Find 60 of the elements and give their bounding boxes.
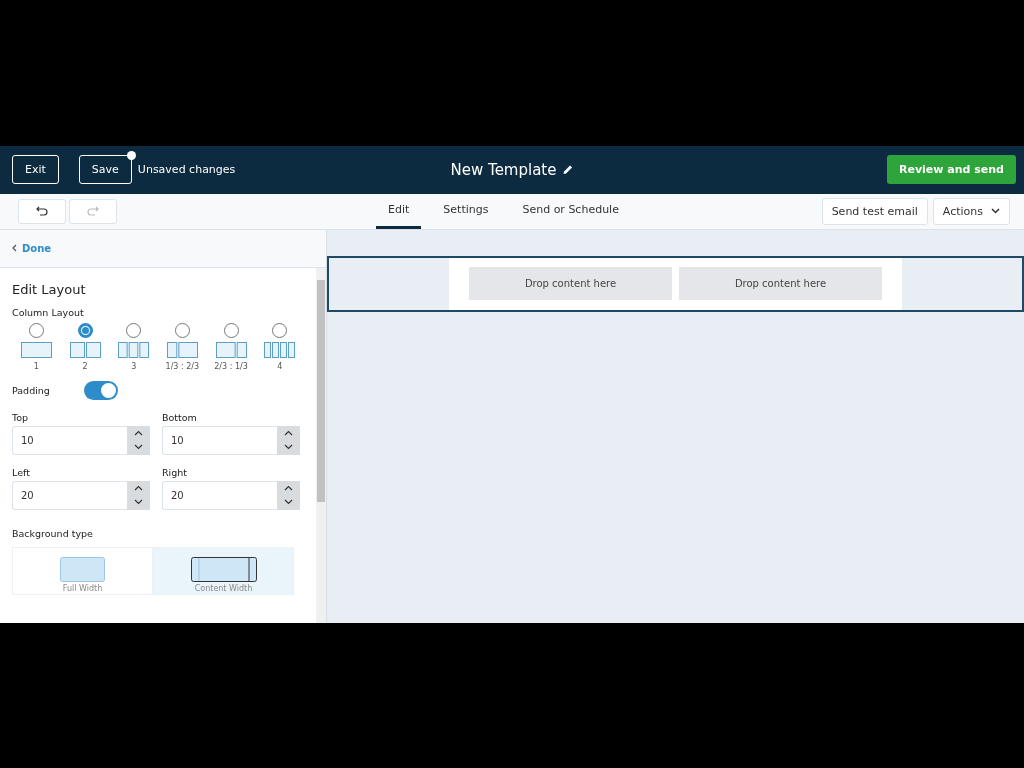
number-field[interactable]: 20: [12, 480, 127, 510]
layout-radio[interactable]: [28, 322, 44, 338]
undo-icon: [36, 206, 48, 216]
layout-radio[interactable]: [174, 322, 190, 338]
template-title: New Template: [450, 160, 557, 179]
layout-radio[interactable]: [126, 322, 142, 338]
layout-label: 2: [82, 361, 88, 371]
layout-thumbnail-icon: [166, 341, 198, 358]
field-label: Top: [12, 411, 30, 423]
panel-title: Edit Layout: [12, 281, 87, 297]
chevron-up-icon: [134, 429, 143, 436]
chevron-down-icon: [284, 444, 293, 451]
field-label: Left: [12, 466, 31, 478]
layout-label: 1: [33, 361, 39, 371]
padding-label: Padding: [12, 384, 50, 396]
background-option[interactable]: Full Width: [12, 546, 153, 595]
chevron-up-icon: [134, 484, 143, 491]
field-label: Right: [162, 466, 189, 478]
layout-section[interactable]: Drop content here Drop content here: [327, 255, 1024, 312]
chevron-down-icon: [284, 499, 293, 506]
content-width-icon: [190, 556, 257, 582]
background-type-label: Background type: [12, 527, 94, 539]
layout-thumbnail-icon: [118, 341, 150, 358]
field-label: Bottom: [162, 411, 198, 423]
drop-zone[interactable]: Drop content here: [469, 267, 672, 300]
chevron-up-icon: [284, 484, 293, 491]
pencil-icon[interactable]: [562, 164, 574, 175]
layout-thumbnail-icon: [69, 341, 101, 358]
chevron-up-icon: [284, 429, 293, 436]
layout-radio[interactable]: [223, 322, 239, 338]
full-width-icon: [60, 556, 105, 582]
layout-label: 2/3 : 1/3: [214, 361, 248, 371]
layout-label: 1/3 : 2/3: [165, 361, 200, 371]
layout-thumbnail-icon: [215, 341, 247, 358]
number-field[interactable]: 10: [12, 425, 127, 455]
number-field[interactable]: 20: [162, 480, 277, 510]
chevron-down-icon: [134, 444, 143, 451]
chevron-down-icon: [134, 499, 143, 506]
chevron-left-icon: [12, 244, 17, 252]
save-status: Unsaved changes: [137, 163, 236, 176]
tab[interactable]: Send or Schedule: [510, 193, 631, 229]
number-field[interactable]: 10: [162, 425, 277, 455]
send-test-email-button[interactable]: Send test email: [821, 197, 928, 225]
scrollbar[interactable]: [316, 267, 326, 623]
layout-label: 4: [277, 361, 283, 371]
tab[interactable]: Settings: [431, 193, 501, 229]
exit-button[interactable]: Exit: [12, 155, 59, 184]
chevron-down-icon: [991, 208, 1000, 214]
layout-label: 3: [131, 361, 137, 371]
tab[interactable]: Edit: [376, 193, 422, 229]
layout-thumbnail-icon: [20, 341, 52, 358]
column-layout-label: Column Layout: [12, 306, 85, 318]
undo-button[interactable]: [18, 198, 66, 224]
actions-button[interactable]: Actions: [932, 197, 1010, 225]
layout-radio[interactable]: [272, 322, 288, 338]
layout-radio[interactable]: [77, 322, 93, 338]
redo-icon: [87, 206, 99, 216]
layout-thumbnail-icon: [264, 341, 296, 358]
padding-toggle[interactable]: [83, 380, 118, 400]
drop-zone[interactable]: Drop content here: [679, 267, 882, 300]
